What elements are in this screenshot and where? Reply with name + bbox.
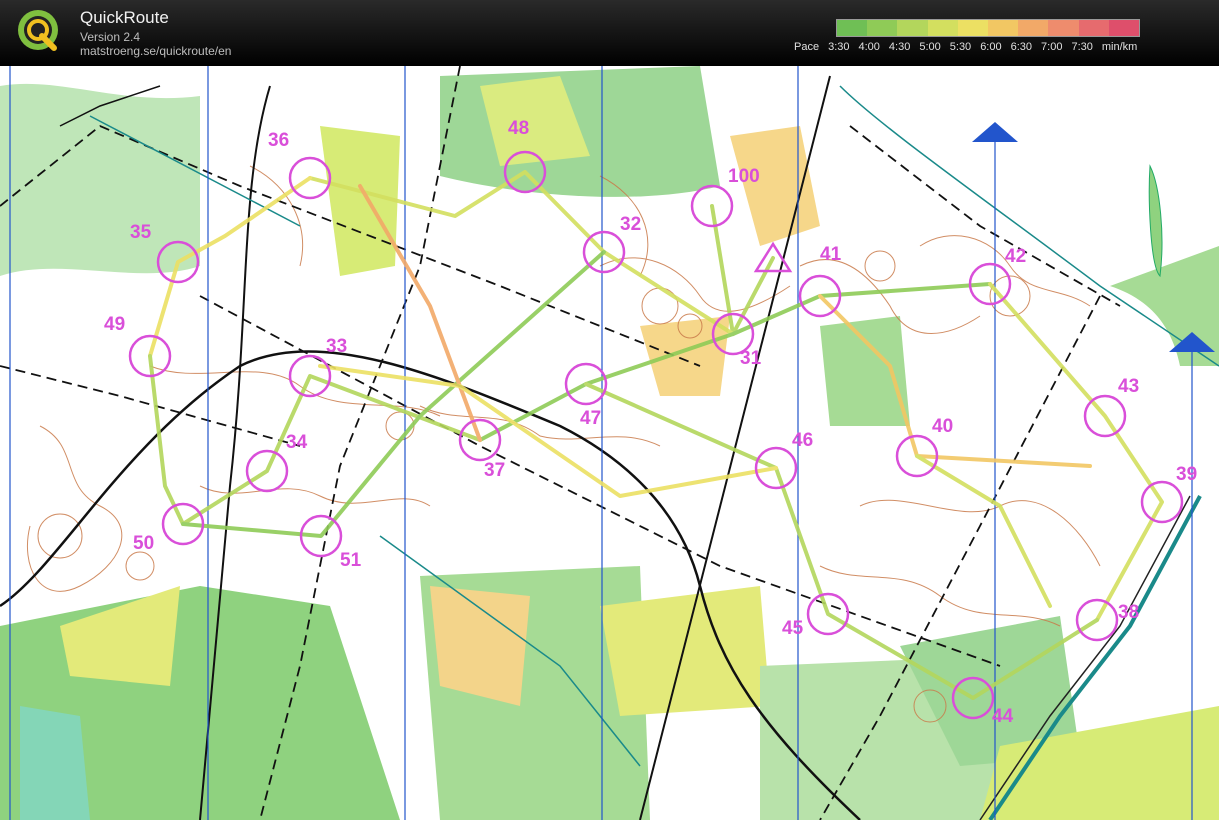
pace-color-swatch bbox=[837, 20, 868, 36]
north-arrow-icon bbox=[972, 122, 1018, 142]
control-number-label: 42 bbox=[1005, 246, 1026, 267]
map-canvas[interactable]: 36 48 100 35 32 41 42 49 33 31 43 47 40 34 37 46 39 50 51 4… bbox=[0, 66, 1219, 820]
pace-legend-caption: Pace 3:30 4:00 4:30 5:00 5:30 6:00 6:30 7:00 7:30… bbox=[794, 41, 1146, 53]
pace-color-swatch bbox=[957, 20, 989, 36]
control-number-label: 35 bbox=[130, 222, 152, 243]
control-number-label: 41 bbox=[820, 244, 842, 265]
control-number-label: 50 bbox=[133, 533, 154, 554]
control-number-label: 31 bbox=[740, 348, 762, 369]
pace-tick: 7:30 bbox=[1071, 41, 1093, 53]
control-number-label: 39 bbox=[1176, 464, 1197, 485]
control-number-label: 48 bbox=[508, 118, 529, 139]
pace-tick: 4:30 bbox=[888, 41, 911, 53]
pace-color-swatch bbox=[927, 20, 958, 36]
pace-color-swatch bbox=[867, 20, 898, 36]
control-number-label: 45 bbox=[782, 618, 804, 639]
pace-color-swatch bbox=[897, 20, 928, 36]
pace-color-scale bbox=[836, 19, 1140, 37]
pace-unit: min/km bbox=[1101, 41, 1138, 53]
control-number-label: 43 bbox=[1118, 376, 1139, 397]
pace-tick: 5:30 bbox=[949, 41, 972, 53]
pace-label: Pace bbox=[794, 41, 820, 53]
control-number-label: 51 bbox=[340, 550, 362, 571]
control-number-label: 47 bbox=[580, 408, 601, 429]
app-header: QuickRoute Version 2.4 matstroeng.se/qui… bbox=[0, 0, 1219, 66]
control-number-label: 100 bbox=[728, 166, 760, 187]
control-number-label: 34 bbox=[286, 432, 308, 453]
control-number-label: 40 bbox=[932, 416, 953, 437]
pace-color-swatch bbox=[988, 20, 1019, 36]
control-number-label: 49 bbox=[104, 314, 125, 335]
pace-color-swatch bbox=[1048, 20, 1079, 36]
pace-color-swatch bbox=[1078, 20, 1109, 36]
terrain-layer bbox=[0, 66, 1219, 820]
pace-tick: 3:30 bbox=[828, 41, 850, 53]
orienteering-map[interactable]: 36 48 100 35 32 41 42 49 33 31 43 47 40 34 37 46 39 50 51 4… bbox=[0, 66, 1219, 820]
control-number-label: 32 bbox=[620, 214, 641, 235]
app-version: Version 2.4 bbox=[80, 30, 141, 44]
quickroute-logo-icon bbox=[18, 10, 58, 51]
app-url[interactable]: matstroeng.se/quickroute/en bbox=[80, 44, 231, 58]
pace-tick: 7:00 bbox=[1041, 41, 1063, 53]
control-number-label: 46 bbox=[792, 430, 813, 451]
app-title: QuickRoute bbox=[80, 8, 169, 27]
control-number-label: 44 bbox=[992, 706, 1014, 727]
pace-color-swatch bbox=[1018, 20, 1049, 36]
control-number-label: 36 bbox=[268, 130, 289, 151]
pace-tick: 5:00 bbox=[919, 41, 941, 53]
pace-tick: 4:00 bbox=[858, 41, 880, 53]
pace-tick: 6:30 bbox=[1010, 41, 1033, 53]
control-number-label: 33 bbox=[326, 336, 347, 357]
pace-color-swatch bbox=[1108, 20, 1140, 36]
pace-tick: 6:00 bbox=[980, 41, 1002, 53]
control-number-label: 37 bbox=[484, 460, 505, 481]
control-number-label: 38 bbox=[1118, 602, 1139, 623]
